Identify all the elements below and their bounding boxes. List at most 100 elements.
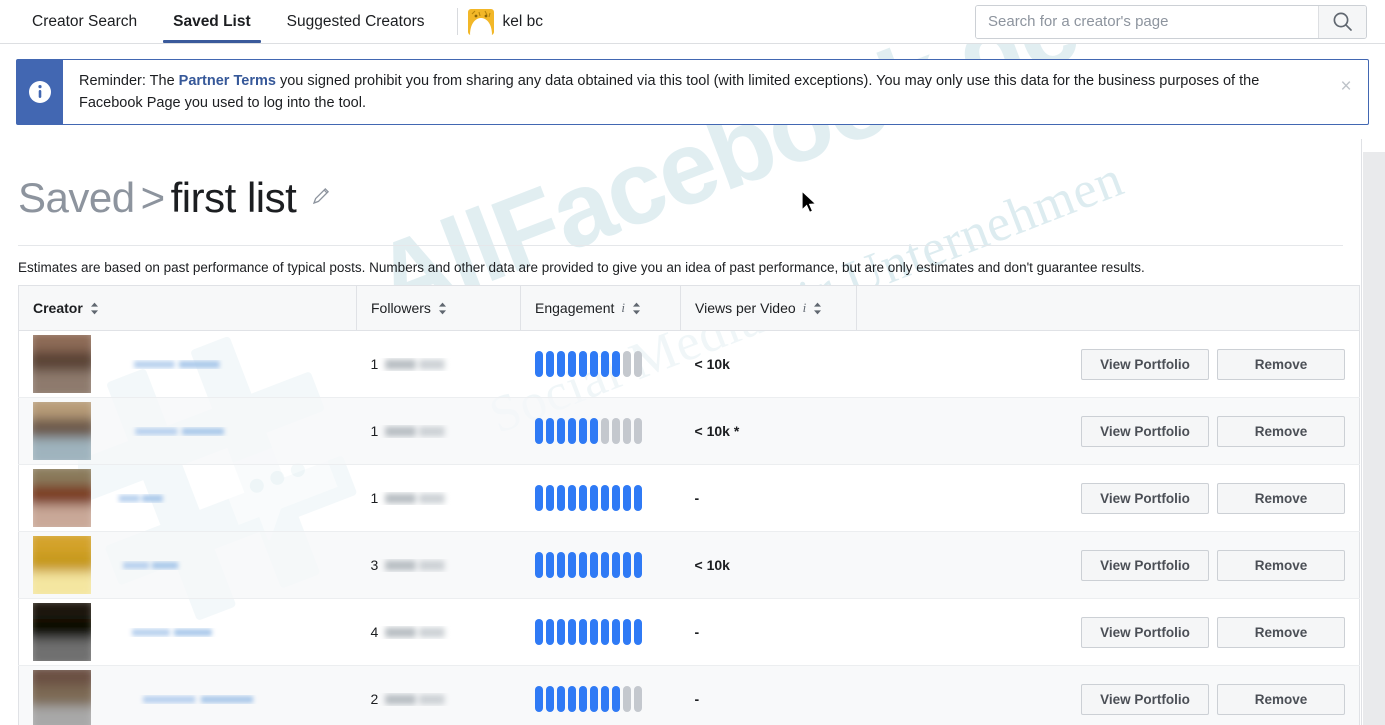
account-switcher[interactable]: kel bc — [467, 0, 543, 43]
followers-redacted — [385, 693, 445, 705]
views-per-video-info-icon[interactable]: i — [803, 300, 807, 316]
engagement-bar-segment — [589, 485, 598, 511]
search-button[interactable] — [1318, 5, 1366, 38]
engagement-bar-segment — [600, 686, 609, 712]
view-portfolio-button[interactable]: View Portfolio — [1081, 549, 1209, 581]
engagement-bar-segment — [534, 552, 543, 578]
engagement-info-icon[interactable]: i — [621, 300, 625, 316]
table-row[interactable]: 1 - View Portfolio Remove — [18, 464, 1360, 532]
engagement-bar-segment — [567, 485, 576, 511]
breadcrumb-root[interactable]: Saved — [18, 174, 135, 221]
engagement-bar-meter — [534, 418, 667, 444]
followers-visible-digit: 4 — [370, 624, 379, 640]
engagement-bar-segment — [622, 351, 631, 377]
views-per-video-value: - — [694, 691, 700, 707]
column-header-creator[interactable]: Creator — [18, 285, 357, 331]
engagement-bar-segment — [545, 619, 554, 645]
view-portfolio-button[interactable]: View Portfolio — [1081, 482, 1209, 514]
engagement-bar-segment — [633, 686, 642, 712]
creator-avatar — [33, 335, 91, 393]
card-inner: Saved > first list Estimates are based on … — [0, 139, 1361, 725]
table-row[interactable]: 2 - View Portfolio Remove — [18, 665, 1360, 725]
remove-button[interactable]: Remove — [1217, 348, 1345, 380]
edit-list-name-button[interactable] — [310, 185, 332, 212]
creator-name-redacted — [135, 427, 225, 435]
engagement-bar-segment — [534, 619, 543, 645]
nav-tabs: Creator Search Saved List Suggested Crea… — [0, 0, 443, 43]
engagement-bar-segment — [567, 686, 576, 712]
view-portfolio-button[interactable]: View Portfolio — [1081, 348, 1209, 380]
column-header-engagement-label: Engagement — [535, 300, 615, 316]
remove-button[interactable]: Remove — [1217, 482, 1345, 514]
search-input[interactable] — [976, 5, 1318, 38]
sort-icon — [438, 302, 446, 314]
banner-close-button[interactable]: × — [1324, 60, 1368, 124]
remove-button[interactable]: Remove — [1217, 683, 1345, 715]
column-header-views-per-video[interactable]: Views per Video i — [680, 285, 857, 331]
engagement-bar-segment — [567, 418, 576, 444]
tab-suggested-creators[interactable]: Suggested Creators — [269, 0, 443, 43]
engagement-bar-segment — [611, 686, 620, 712]
tab-saved-list[interactable]: Saved List — [155, 0, 269, 43]
engagement-bar-segment — [633, 351, 642, 377]
engagement-bar-segment — [545, 418, 554, 444]
table-row[interactable]: 1 < 10k * View Portfolio Remove — [18, 397, 1360, 465]
views-per-video-value: - — [694, 490, 700, 506]
cell-creator — [18, 397, 357, 465]
followers-redacted — [385, 626, 445, 638]
table-row[interactable]: 3 < 10k View Portfolio Remove — [18, 531, 1360, 599]
search-icon — [1333, 12, 1352, 31]
partner-terms-reminder-banner: Reminder: The Partner Terms you signed p… — [16, 59, 1369, 125]
pencil-icon — [313, 187, 330, 204]
column-header-followers-label: Followers — [371, 300, 431, 316]
creator-avatar — [33, 469, 91, 527]
engagement-bar-segment — [556, 552, 565, 578]
creator-name-redacted — [143, 695, 254, 703]
followers-redacted — [385, 492, 445, 504]
views-per-video-value: < 10k * — [694, 423, 740, 439]
sort-icon — [633, 302, 641, 314]
column-header-followers[interactable]: Followers — [356, 285, 521, 331]
engagement-bar-segment — [578, 418, 587, 444]
app-root: AllFacebook.de Social Media für Unterneh… — [0, 0, 1385, 725]
engagement-bar-segment — [600, 485, 609, 511]
tab-creator-search[interactable]: Creator Search — [14, 0, 155, 43]
tab-saved-list-label: Saved List — [173, 12, 251, 30]
cell-followers: 4 — [356, 598, 521, 666]
creator-avatar — [33, 536, 91, 594]
engagement-bar-segment — [578, 552, 587, 578]
creator-avatar — [33, 670, 91, 725]
engagement-bar-segment — [622, 552, 631, 578]
creator-name-redacted — [134, 360, 220, 368]
creators-table: Creator Followers Engagement i Views per… — [18, 285, 1360, 725]
partner-terms-link[interactable]: Partner Terms — [179, 73, 276, 89]
table-row[interactable]: 4 - View Portfolio Remove — [18, 598, 1360, 666]
creator-avatar — [33, 402, 91, 460]
engagement-bar-segment — [567, 619, 576, 645]
banner-icon-area — [17, 60, 63, 124]
engagement-bar-segment — [633, 619, 642, 645]
engagement-bar-segment — [589, 552, 598, 578]
engagement-bar-segment — [534, 351, 543, 377]
view-portfolio-button[interactable]: View Portfolio — [1081, 415, 1209, 447]
engagement-bar-meter — [534, 485, 667, 511]
top-navigation-bar: Creator Search Saved List Suggested Crea… — [0, 0, 1385, 44]
engagement-bar-segment — [556, 418, 565, 444]
engagement-bar-segment — [567, 552, 576, 578]
view-portfolio-button[interactable]: View Portfolio — [1081, 616, 1209, 648]
engagement-bar-segment — [545, 351, 554, 377]
remove-button[interactable]: Remove — [1217, 549, 1345, 581]
search-box[interactable] — [975, 4, 1367, 39]
engagement-bar-segment — [622, 686, 631, 712]
column-header-engagement[interactable]: Engagement i — [520, 285, 681, 331]
nav-divider — [456, 8, 458, 35]
table-row[interactable]: 1 < 10k View Portfolio Remove — [18, 330, 1360, 398]
engagement-bar-segment — [633, 485, 642, 511]
tab-creator-search-label: Creator Search — [32, 12, 138, 30]
remove-button[interactable]: Remove — [1217, 415, 1345, 447]
engagement-bar-meter — [534, 552, 667, 578]
remove-button[interactable]: Remove — [1217, 616, 1345, 648]
view-portfolio-button[interactable]: View Portfolio — [1081, 683, 1209, 715]
cell-views-per-video: - — [680, 464, 857, 532]
page-title-row: Saved > first list — [18, 139, 1343, 235]
